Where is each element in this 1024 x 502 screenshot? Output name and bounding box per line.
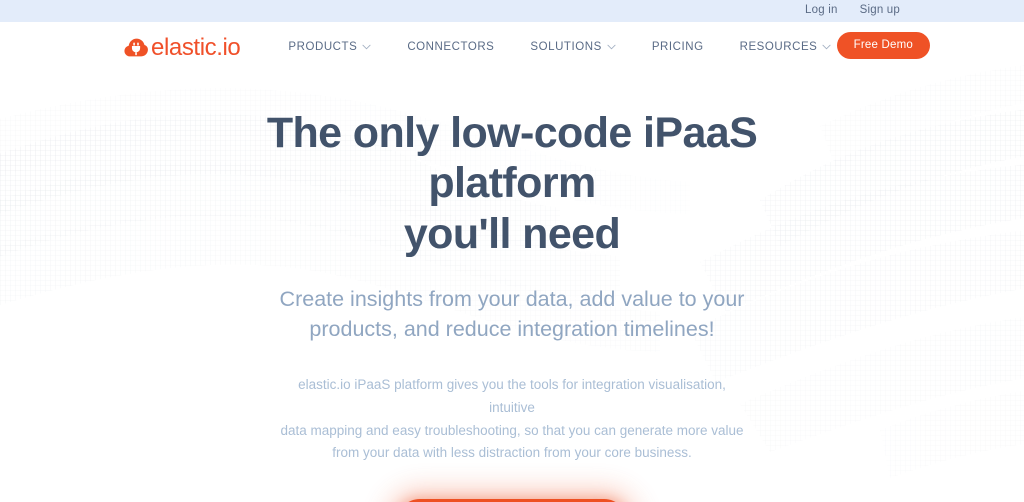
nav-label: PRODUCTS xyxy=(288,41,358,53)
hero-subtitle: Create insights from your data, add valu… xyxy=(262,285,762,344)
signup-link[interactable]: Sign up xyxy=(860,5,900,17)
site-header: elastic.io PRODUCTS CONNECTORS SOLUTIONS… xyxy=(0,22,1024,72)
login-link[interactable]: Log in xyxy=(805,5,838,17)
nav-label: SOLUTIONS xyxy=(530,41,602,53)
nav-item-pricing[interactable]: PRICING xyxy=(652,41,740,53)
hero-description-line-3: from your data with less distraction fro… xyxy=(332,445,692,461)
hero-section: The only low-code iPaaS platform you'll … xyxy=(0,72,1024,502)
chevron-down-icon xyxy=(607,44,616,50)
hero-description-line-2: data mapping and easy troubleshooting, s… xyxy=(280,422,744,438)
hero-title-line-2: you'll need xyxy=(403,209,621,258)
hero-description: elastic.io iPaaS platform gives you the … xyxy=(277,374,747,465)
nav-item-products[interactable]: PRODUCTS xyxy=(274,41,407,53)
nav-label: CONNECTORS xyxy=(407,41,495,53)
main-navigation: PRODUCTS CONNECTORS SOLUTIONS PRICING RE… xyxy=(274,41,867,53)
hero-title-line-1: The only low-code iPaaS platform xyxy=(266,109,758,208)
nav-item-solutions[interactable]: SOLUTIONS xyxy=(530,41,651,53)
nav-label: RESOURCES xyxy=(739,41,818,53)
chevron-down-icon xyxy=(822,44,831,50)
cloud-plug-icon xyxy=(124,38,148,57)
hero-subtitle-line-1: Create insights from your data, add valu… xyxy=(279,286,745,311)
hero-description-line-1: elastic.io iPaaS platform gives you the … xyxy=(298,377,726,415)
hero-subtitle-line-2: products, and reduce integration timelin… xyxy=(309,316,715,341)
top-utility-bar: Log in Sign up xyxy=(0,0,1024,22)
nav-label: PRICING xyxy=(651,41,704,53)
nav-item-connectors[interactable]: CONNECTORS xyxy=(407,41,530,53)
chevron-down-icon xyxy=(362,44,371,50)
hero-title: The only low-code iPaaS platform you'll … xyxy=(192,108,832,259)
free-demo-button[interactable]: Free Demo xyxy=(836,32,930,59)
site-logo[interactable]: elastic.io xyxy=(124,34,241,61)
logo-text: elastic.io xyxy=(151,34,241,61)
